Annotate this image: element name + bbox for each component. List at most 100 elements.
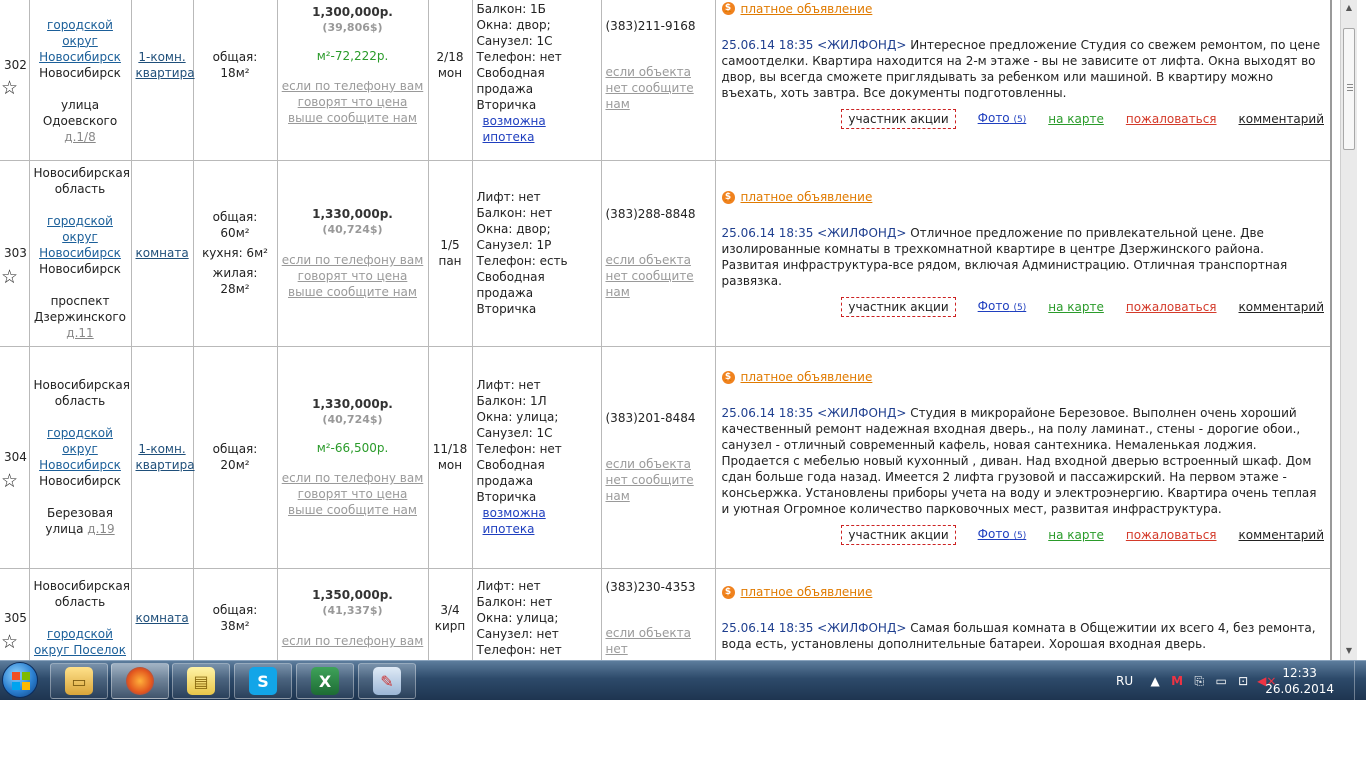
price-cell: 1,300,000р. (39,806$) м²-72,222р. если по т… [277, 0, 429, 161]
report-price-link[interactable]: если по телефону вам говорят что цена вы… [282, 470, 424, 518]
price-usd: (40,724$) [322, 223, 383, 236]
taskbar-sticky-notes-button[interactable]: ▤ [172, 663, 230, 699]
listings-table: 302 ☆ областьгородской округ НовосибирскНо… [0, 0, 1332, 660]
paid-listing-text[interactable]: платное объявление [741, 189, 873, 205]
clock[interactable]: 12:33 26.06.2014 [1265, 665, 1334, 697]
map-link[interactable]: на карте [1048, 299, 1104, 315]
report-price-link[interactable]: если по телефону вам говорят что цена вы… [282, 78, 424, 126]
favorite-star-icon[interactable]: ☆ [1, 632, 18, 652]
price-rub: 1,350,000р. [312, 588, 393, 602]
paid-listing-label[interactable]: $ платное объявление [721, 369, 1325, 385]
listing-number: 304 [4, 450, 27, 464]
monitor-icon[interactable]: ⊡ [1235, 674, 1251, 688]
clipboard-icon[interactable]: ⎘ [1191, 674, 1207, 689]
price-per-m2: м²-72,222р. [316, 48, 389, 63]
price-usd: (41,337$) [322, 604, 383, 617]
blank-area [0, 700, 1366, 768]
language-indicator[interactable]: RU [1116, 674, 1133, 688]
property-type-link[interactable]: 1-комн. квартира [136, 442, 195, 472]
house-link[interactable]: д.19 [87, 522, 114, 536]
feature-item: Телефон: нет [476, 49, 562, 64]
scroll-up-icon[interactable]: ▲ [1341, 0, 1357, 16]
taskbar-excel-button[interactable]: X [296, 663, 354, 699]
start-button[interactable] [2, 662, 38, 698]
taskbar-paint-button[interactable]: ✎ [358, 663, 416, 699]
property-type-link[interactable]: комната [136, 246, 189, 260]
comment-link[interactable]: комментарий [1239, 527, 1324, 543]
paid-listing-label[interactable]: $ платное объявление [721, 189, 1325, 205]
address-cell: область городской округ НовосибирскНовоси… [29, 0, 132, 161]
antivirus-icon[interactable]: M [1169, 674, 1185, 688]
report-link[interactable]: пожаловаться [1126, 527, 1217, 543]
show-hidden-icons-icon[interactable]: ▲ [1147, 674, 1163, 688]
district-link[interactable]: городской округ Новосибирск [34, 17, 127, 65]
promo-badge[interactable]: участник акции [841, 297, 956, 317]
report-link[interactable]: пожаловаться [1126, 299, 1217, 315]
district-link[interactable]: городской округ Поселок [34, 626, 127, 658]
report-missing-link[interactable]: если объекта нет сообщите нам [606, 456, 711, 504]
favorite-star-icon[interactable]: ☆ [1, 471, 18, 491]
clock-date: 26.06.2014 [1265, 682, 1334, 696]
report-price-link[interactable]: если по телефону вам говорят что цена вы… [282, 252, 424, 300]
report-missing-link[interactable]: если объекта нет сообщите нам [606, 64, 711, 112]
photo-link[interactable]: Фото (5) [978, 298, 1027, 316]
comment-link[interactable]: комментарий [1239, 299, 1324, 315]
address-city: Новосибирск [39, 262, 121, 276]
favorite-star-icon[interactable]: ☆ [1, 79, 18, 98]
price-cell: 1,350,000р. (41,337$) если по телефону вам [277, 568, 429, 660]
listing-row: 305 ☆ Новосибирская область городской округ… [0, 568, 1332, 660]
listing-description: 25.06.14 18:35 <ЖИЛФОНД> Самая большая к… [722, 620, 1325, 652]
description-cell: $ платное объявление 25.06.14 18:35 <ЖИЛФО… [715, 568, 1332, 660]
taskbar-explorer-button[interactable]: ▭ [50, 663, 108, 699]
price-usd: (40,724$) [322, 413, 383, 426]
paid-listing-text[interactable]: платное объявление [741, 369, 873, 385]
vertical-scrollbar[interactable]: ▲ ▼ [1340, 0, 1357, 660]
windows-taskbar: ▭ ▤ S X ✎ RU ▲ M ⎘ ▭ ⊡ ◀× 12:33 26.06.2014 [0, 660, 1366, 701]
report-price-link[interactable]: если по телефону вам [282, 633, 424, 649]
comment-link[interactable]: комментарий [1239, 111, 1324, 127]
photo-link[interactable]: Фото (5) [978, 110, 1027, 128]
scroll-down-icon[interactable]: ▼ [1341, 643, 1357, 659]
feature-item: Балкон: 1Л [476, 394, 547, 408]
mortgage-link[interactable]: возможна ипотека [483, 113, 597, 145]
listing-number: 305 [4, 611, 27, 625]
property-type-link[interactable]: 1-комн. квартира [136, 50, 195, 80]
property-type-link[interactable]: комната [136, 611, 189, 625]
taskbar-skype-button[interactable]: S [234, 663, 292, 699]
district-link[interactable]: городской округ Новосибирск [34, 425, 127, 473]
show-desktop-button[interactable] [1354, 661, 1366, 701]
paid-listing-label[interactable]: $ платное объявление [721, 584, 1325, 600]
listing-number: 302 [4, 57, 27, 72]
description-cell: $ платное объявление 25.06.14 18:35 <ЖИЛФО… [715, 160, 1332, 347]
promo-badge[interactable]: участник акции [841, 108, 956, 129]
house-link[interactable]: д.1/8 [64, 130, 95, 144]
photo-link[interactable]: Фото (5) [978, 526, 1027, 544]
house-link[interactable]: д.11 [66, 326, 93, 340]
promo-badge[interactable]: участник акции [841, 525, 956, 545]
features-cell: Лифт: нет Балкон: нет Окна: двор; Санузел: … [472, 160, 602, 347]
listing-row: 302 ☆ область городской округ НовосибирскНо… [0, 0, 1332, 161]
photo-label: Фото [977, 299, 1010, 313]
favorite-star-icon[interactable]: ☆ [1, 267, 18, 287]
taskbar-firefox-button[interactable] [111, 663, 169, 699]
report-missing-link[interactable]: если объекта нет сообщите нам [606, 252, 711, 300]
paid-listing-text[interactable]: платное объявление [741, 1, 873, 17]
scroll-thumb[interactable] [1343, 28, 1355, 150]
paid-listing-label[interactable]: $ платное объявление [721, 1, 1325, 17]
network-icon[interactable]: ▭ [1213, 674, 1229, 688]
map-link[interactable]: на карте [1048, 527, 1104, 543]
listing-number-cell: 305 ☆ [0, 568, 30, 660]
address-cell: Новосибирская область городской округ Пос… [29, 568, 132, 660]
listing-actions: участник акции Фото (5) на карте пожаловать… [722, 297, 1324, 317]
report-missing-link[interactable]: если объекта нет [606, 625, 711, 657]
mortgage-link[interactable]: возможна ипотека [483, 505, 597, 537]
report-link[interactable]: пожаловаться [1126, 111, 1217, 127]
feature-item: Вторичка [476, 490, 537, 504]
floor-value: 2/18 мон [436, 49, 464, 80]
listing-date: 25.06.14 18:35 [721, 37, 814, 52]
paid-listing-text[interactable]: платное объявление [741, 584, 873, 600]
district-link[interactable]: городской округ Новосибирск [34, 213, 127, 261]
map-link[interactable]: на карте [1048, 111, 1104, 127]
photo-count: (5) [1013, 303, 1027, 313]
area-value: жилая: 28м² [212, 266, 258, 296]
